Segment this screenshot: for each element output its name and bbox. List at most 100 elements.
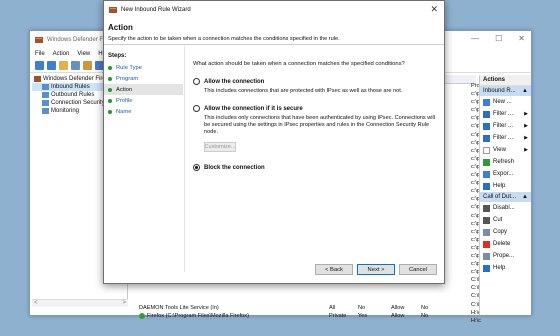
wizard-app-icon	[109, 6, 117, 13]
copy-icon	[483, 228, 490, 236]
action-item[interactable]: View ▶	[480, 144, 531, 156]
action-option: Allow the connection if it is secure This…	[193, 105, 438, 152]
step-label: Program	[116, 75, 139, 82]
rule-name: Firefox (C:\Program Files\Mozilla Firefo…	[147, 313, 249, 319]
option-radio-row[interactable]: Allow the connection if it is secure	[193, 105, 438, 112]
filter-icon	[483, 110, 490, 118]
table-row[interactable]: Firefox (C:\Program Files\Mozilla Firefo…	[129, 312, 476, 320]
action-label: Filter ...	[493, 123, 514, 129]
new-inbound-rule-wizard: New Inbound Rule Wizard ✕ Action Specify…	[103, 0, 445, 284]
close-icon[interactable]: ✕	[430, 4, 438, 15]
action-item[interactable]: New ...	[480, 96, 531, 108]
properties-toolbar-icon[interactable]	[83, 61, 92, 70]
submenu-arrow-icon: ▶	[524, 147, 528, 153]
action-item[interactable]: Prope...	[480, 250, 531, 262]
table-row[interactable]: DAEMON Tools Lite Service (In) All No Allow…	[129, 304, 476, 312]
option-label: Block the connection	[204, 164, 265, 171]
show-tree-icon[interactable]	[71, 61, 80, 70]
next-button[interactable]: Next >	[357, 264, 395, 275]
action-page: What action should be taken when a conne…	[193, 45, 438, 272]
wizard-header: Action Specify the action to be taken wh…	[104, 18, 444, 45]
page-subtitle: Specify the action to be taken when a co…	[108, 36, 340, 42]
step-name[interactable]: Name	[108, 106, 184, 117]
actions-pane: Actions Inbound R... ▲ New ... Filter ... ▶…	[479, 75, 531, 315]
collapse-icon: ▲	[522, 194, 528, 200]
action-label: Cut	[493, 217, 503, 223]
action-label: View	[493, 147, 506, 153]
tree-horizontal-scrollbar[interactable]: < >	[32, 299, 128, 307]
tree-item-label: Windows Defender Fire	[43, 76, 106, 82]
page-title: Action	[108, 23, 133, 32]
close-icon[interactable]: ✕	[518, 34, 525, 43]
action-item[interactable]: Filter ... ▶	[480, 132, 531, 144]
action-item[interactable]: Filter ... ▶	[480, 120, 531, 132]
maximize-icon[interactable]: ☐	[495, 34, 502, 43]
menu-item[interactable]: View	[77, 51, 90, 57]
action-item[interactable]: Expor...	[480, 168, 531, 180]
action-label: Filter ...	[493, 135, 514, 141]
rule-folder-icon	[42, 100, 49, 106]
help-icon	[483, 182, 490, 190]
action-label: Refresh	[493, 159, 515, 165]
action-item[interactable]: Help	[480, 180, 531, 192]
rule-override: No	[421, 305, 429, 311]
collapse-icon: ▲	[522, 88, 528, 94]
menu-item[interactable]: Action	[53, 51, 70, 57]
option-radio-row[interactable]: Allow the connection	[193, 78, 438, 85]
radio-button[interactable]	[193, 164, 200, 171]
radio-button[interactable]	[193, 78, 200, 85]
option-description: This includes connections that are prote…	[204, 88, 403, 94]
action-label: Prope...	[493, 253, 515, 259]
submenu-arrow-icon: ▶	[524, 123, 528, 129]
action-item[interactable]: Cut	[480, 214, 531, 226]
step-program[interactable]: Program	[108, 73, 184, 84]
menu-item[interactable]: File	[35, 51, 45, 57]
action-item[interactable]: Help	[480, 262, 531, 274]
rule-action: Allow	[391, 313, 405, 319]
actions-group-inbound[interactable]: Inbound R... ▲	[480, 86, 531, 96]
cancel-button[interactable]: Cancel	[399, 264, 437, 275]
step-rule-type[interactable]: Rule Type	[108, 62, 184, 73]
customize-button[interactable]: Customize...	[204, 142, 236, 152]
wizard-buttons: < Back Next > Cancel	[315, 264, 437, 275]
back-arrow-icon[interactable]	[35, 61, 44, 70]
wizard-title-bar: New Inbound Rule Wizard	[104, 1, 444, 18]
rule-name-cell: DAEMON Tools Lite Service (In)	[129, 305, 329, 311]
scroll-right-icon[interactable]: >	[122, 300, 126, 307]
forward-arrow-icon[interactable]	[47, 61, 56, 70]
delete-icon	[483, 240, 490, 248]
help-icon	[483, 264, 490, 272]
actions-header: Actions	[480, 75, 531, 86]
action-label: Copy	[493, 229, 508, 235]
action-label: Help	[493, 183, 506, 189]
action-label: Disabl...	[493, 205, 515, 211]
step-label: Rule Type	[116, 64, 142, 71]
step-profile[interactable]: Profile	[108, 95, 184, 106]
option-radio-row[interactable]: Block the connection	[193, 164, 438, 171]
actions-group-rule[interactable]: Call of Dut... ▲	[480, 192, 531, 202]
action-item[interactable]: Filter ... ▶	[480, 108, 531, 120]
back-button[interactable]: < Back	[315, 264, 353, 275]
action-label: New ...	[493, 99, 512, 105]
action-item[interactable]: Refresh	[480, 156, 531, 168]
rule-profile: All	[329, 305, 336, 311]
wizard-title: New Inbound Rule Wizard	[121, 6, 191, 13]
minimize-icon[interactable]: —	[471, 34, 479, 43]
rule-override: No	[421, 313, 429, 319]
folder-up-icon[interactable]	[59, 61, 68, 70]
step-bullet-icon	[108, 109, 112, 114]
step-bullet-icon	[108, 76, 112, 81]
filter-icon	[483, 122, 490, 130]
console-menu-bar: FileActionViewHe	[30, 48, 106, 59]
action-item[interactable]: Delete	[480, 238, 531, 250]
scroll-left-icon[interactable]: <	[34, 300, 38, 307]
action-label: Delete	[493, 241, 511, 247]
action-item[interactable]: Disabl...	[480, 202, 531, 214]
action-item[interactable]: Copy	[480, 226, 531, 238]
tree-item-label: Inbound Rules	[51, 84, 90, 90]
action-label: Filter ...	[493, 111, 514, 117]
step-action[interactable]: Action	[104, 84, 183, 95]
rule-profile: Private	[329, 313, 347, 319]
rule-folder-icon	[42, 108, 49, 114]
radio-button[interactable]	[193, 105, 200, 112]
